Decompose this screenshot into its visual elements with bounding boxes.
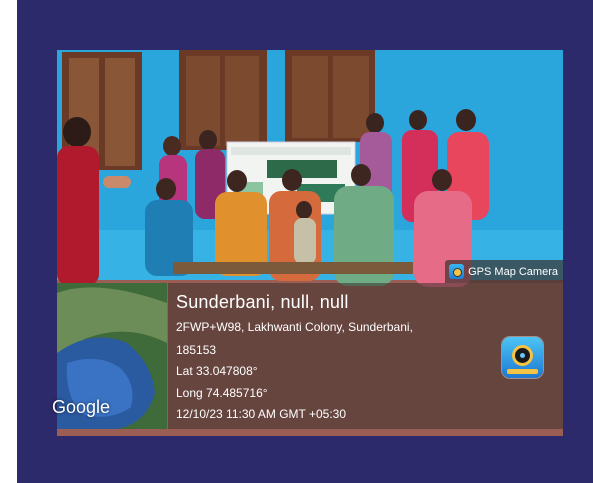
camera-base (507, 369, 538, 374)
geotagged-photo: GPS Map Camera (57, 50, 563, 436)
door-center-left (179, 50, 267, 150)
bench (173, 262, 413, 274)
address-line-1: 2FWP+W98, Lakhwanti Colony, Sunderbani, (176, 320, 413, 334)
gps-camera-icon (502, 337, 543, 378)
gps-map-camera-badge: GPS Map Camera (445, 260, 563, 283)
google-logo: Google (52, 397, 111, 417)
datetime: 12/10/23 11:30 AM GMT +05:30 (176, 407, 347, 421)
door-center-right (285, 50, 375, 142)
longitude: Long 74.485716° (176, 386, 268, 400)
app-badge-label: GPS Map Camera (468, 265, 558, 278)
gps-camera-icon (449, 264, 465, 279)
place-name: Sunderbani, null, null (176, 292, 349, 312)
address-line-2: 185153 (176, 343, 217, 357)
latitude: Lat 33.047808° (176, 364, 258, 378)
lens-icon (512, 345, 533, 366)
